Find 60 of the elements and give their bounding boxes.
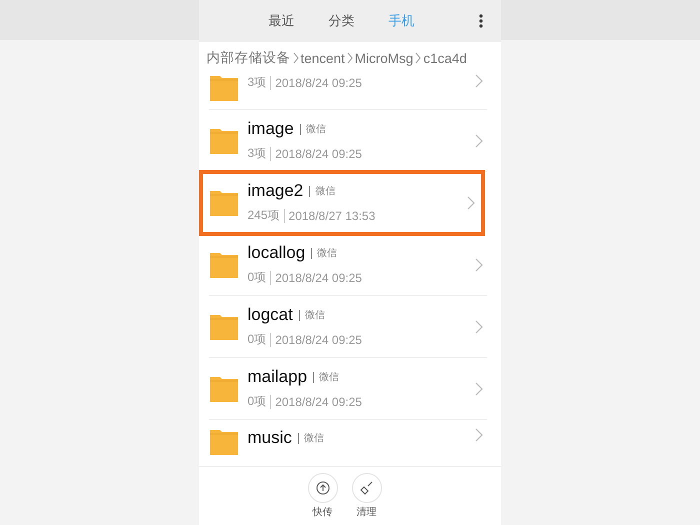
tab[interactable]: 最近 xyxy=(264,8,298,34)
item-count: 245项 xyxy=(248,207,280,224)
app-tag: 微信 xyxy=(298,310,325,320)
folder-row[interactable]: logcat 微信 0项 2018/8/24 09:25 xyxy=(208,296,486,358)
app-tag: 微信 xyxy=(300,124,326,134)
item-count: 3项 xyxy=(248,145,266,162)
folder-icon xyxy=(208,74,238,102)
folder-icon xyxy=(208,126,238,154)
app-tag: 微信 xyxy=(311,248,338,258)
more-menu-icon[interactable] xyxy=(478,14,482,28)
breadcrumb-item[interactable]: c1ca4d xyxy=(423,50,467,66)
modified-date: 2018/8/24 09:25 xyxy=(270,146,362,160)
folder-icon xyxy=(208,312,238,340)
modified-date: 2018/8/24 09:25 xyxy=(270,270,362,284)
breadcrumb-item[interactable]: tencent xyxy=(300,50,345,66)
breadcrumb-item[interactable]: 内部存储设备 xyxy=(206,49,290,67)
folder-name: image2 xyxy=(248,181,304,201)
item-count: 0项 xyxy=(248,269,266,286)
modified-date: 2018/8/24 09:25 xyxy=(270,76,362,90)
transfer-button[interactable] xyxy=(308,473,338,503)
folder-row[interactable]: image 微信 3项 2018/8/24 09:25 xyxy=(208,110,486,172)
folder-name: mailapp xyxy=(248,367,308,387)
folder-icon xyxy=(208,374,238,402)
chevron-icon xyxy=(346,51,353,65)
folder-name: image xyxy=(248,119,294,139)
folder-row[interactable]: music 微信 xyxy=(208,420,486,466)
breadcrumb-item[interactable]: MicroMsg xyxy=(354,50,414,66)
folder-icon xyxy=(208,428,238,456)
app-tag: 微信 xyxy=(313,372,340,382)
modified-date: 2018/8/24 09:25 xyxy=(270,332,362,346)
broom-icon xyxy=(360,481,374,495)
upload-icon xyxy=(316,481,330,495)
item-count: 0项 xyxy=(248,331,266,348)
chevron-right-icon xyxy=(466,196,474,210)
chevron-right-icon xyxy=(474,258,482,272)
chevron-right-icon xyxy=(474,74,482,88)
folder-name: music xyxy=(248,428,292,448)
tab[interactable]: 分类 xyxy=(324,8,358,34)
folder-name: locallog xyxy=(248,243,306,263)
folder-name: logcat xyxy=(248,305,293,325)
modified-date: 2018/8/24 09:25 xyxy=(270,394,362,408)
chevron-right-icon xyxy=(474,382,482,396)
item-count: 3项 xyxy=(248,74,266,91)
app-tag: 微信 xyxy=(309,186,336,196)
folder-icon xyxy=(208,250,238,278)
chevron-right-icon xyxy=(474,134,482,148)
item-count: 0项 xyxy=(248,393,266,410)
modified-date: 2018/8/27 13:53 xyxy=(284,208,376,222)
highlighted-folder-row[interactable]: image2 微信 245项 2018/8/27 13:53 xyxy=(200,172,482,234)
clean-button[interactable] xyxy=(352,473,382,503)
app-tag: 微信 xyxy=(298,432,324,444)
chevron-right-icon xyxy=(474,428,482,442)
chevron-icon xyxy=(292,51,298,65)
folder-icon xyxy=(208,188,238,216)
chevron-icon xyxy=(415,51,422,65)
chevron-right-icon xyxy=(474,320,482,334)
folder-row[interactable]: locallog 微信 0项 2018/8/24 09:25 xyxy=(208,234,486,296)
action-label: 清理 xyxy=(356,506,376,519)
action-label: 快传 xyxy=(312,506,332,519)
folder-row[interactable]: mailapp 微信 0项 2018/8/24 09:25 xyxy=(208,358,486,420)
